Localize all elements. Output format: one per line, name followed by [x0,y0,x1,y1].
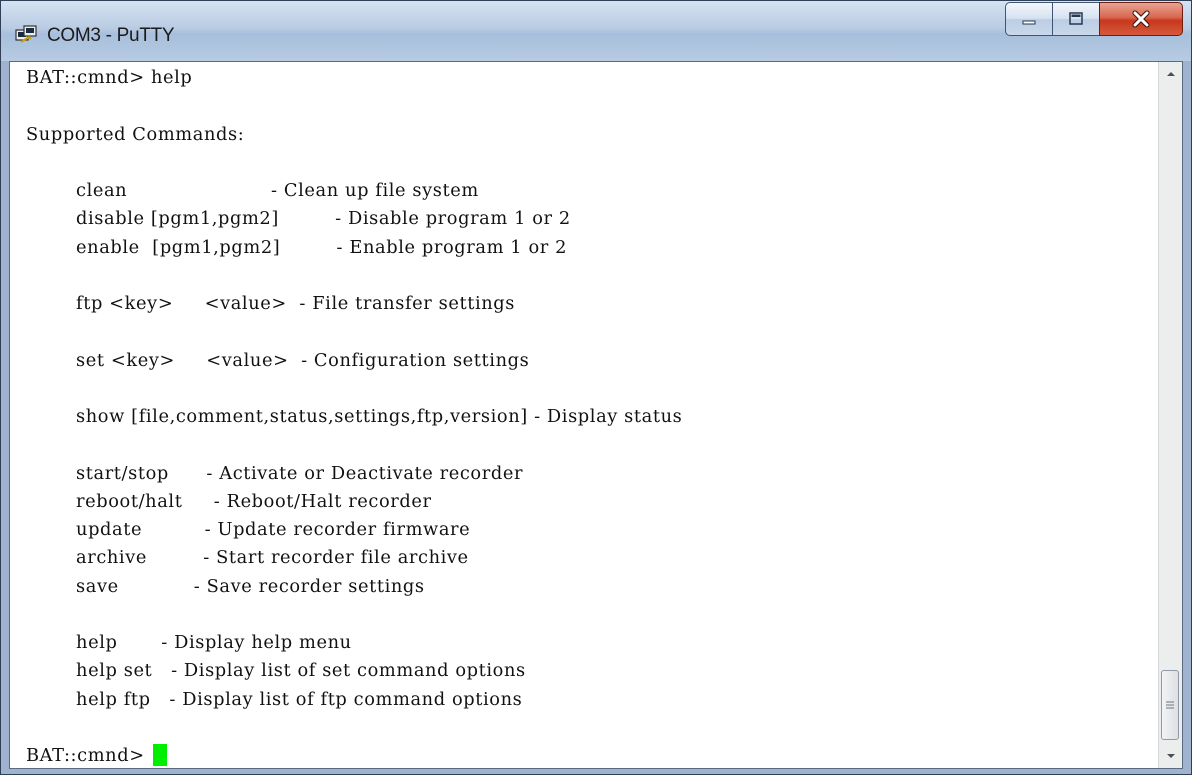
minimize-icon [1022,20,1036,25]
vertical-scrollbar[interactable] [1158,62,1182,768]
terminal-line: help set - Display list of set command o… [26,660,526,682]
terminal-output[interactable]: BAT::cmnd> helpSupported Commands: clean… [12,62,1157,768]
terminal-line: Supported Commands: [26,123,245,145]
terminal-line: clean - Clean up file system [26,180,479,201]
terminal-line: start/stop - Activate or Deactivate reco… [26,462,524,484]
title-bar[interactable]: COM3 - PuTTY [1,1,1191,61]
terminal-line: disable [pgm1,pgm2] - Disable program 1 … [26,208,571,230]
terminal-line: ftp <key> <value> - File transfer settin… [26,293,515,314]
terminal-line: show [file,comment,status,settings,ftp,v… [26,406,683,427]
minimize-button[interactable] [1005,2,1053,36]
close-icon [1132,10,1150,28]
terminal-line: BAT::cmnd> help [26,67,193,88]
terminal-line: update - Update recorder firmware [26,519,471,540]
window-controls [1005,2,1183,38]
terminal-line: save - Save recorder settings [26,575,425,597]
maximize-button[interactable] [1052,2,1100,36]
terminal-line: enable [pgm1,pgm2] - Enable program 1 or… [26,236,568,258]
terminal-line: help ftp - Display list of ftp command o… [26,688,523,710]
maximize-icon [1069,12,1083,25]
scroll-down-button[interactable] [1159,744,1182,768]
window-title: COM3 - PuTTY [47,25,175,46]
prompt-line: BAT::cmnd> [26,742,167,768]
scroll-down-arrow-icon [1166,754,1175,758]
prompt-text: BAT::cmnd> [26,745,151,766]
scroll-up-button[interactable] [1159,62,1182,86]
terminal-line: reboot/halt - Reboot/Halt recorder [26,490,432,512]
client-area: BAT::cmnd> helpSupported Commands: clean… [9,61,1183,769]
grip-icon [1166,701,1174,709]
scroll-up-arrow-icon [1166,72,1175,76]
terminal-line: help - Display help menu [26,632,352,653]
scrollbar-thumb[interactable] [1161,670,1179,740]
terminal-line: set <key> <value> - Configuration settin… [26,349,530,371]
putty-icon [15,25,37,43]
close-button[interactable] [1099,2,1183,36]
terminal-line: archive - Start recorder file archive [26,547,469,569]
putty-window: COM3 - PuTTY BAT::cmnd> help Supported C… [0,0,1192,775]
text-cursor [152,744,167,766]
